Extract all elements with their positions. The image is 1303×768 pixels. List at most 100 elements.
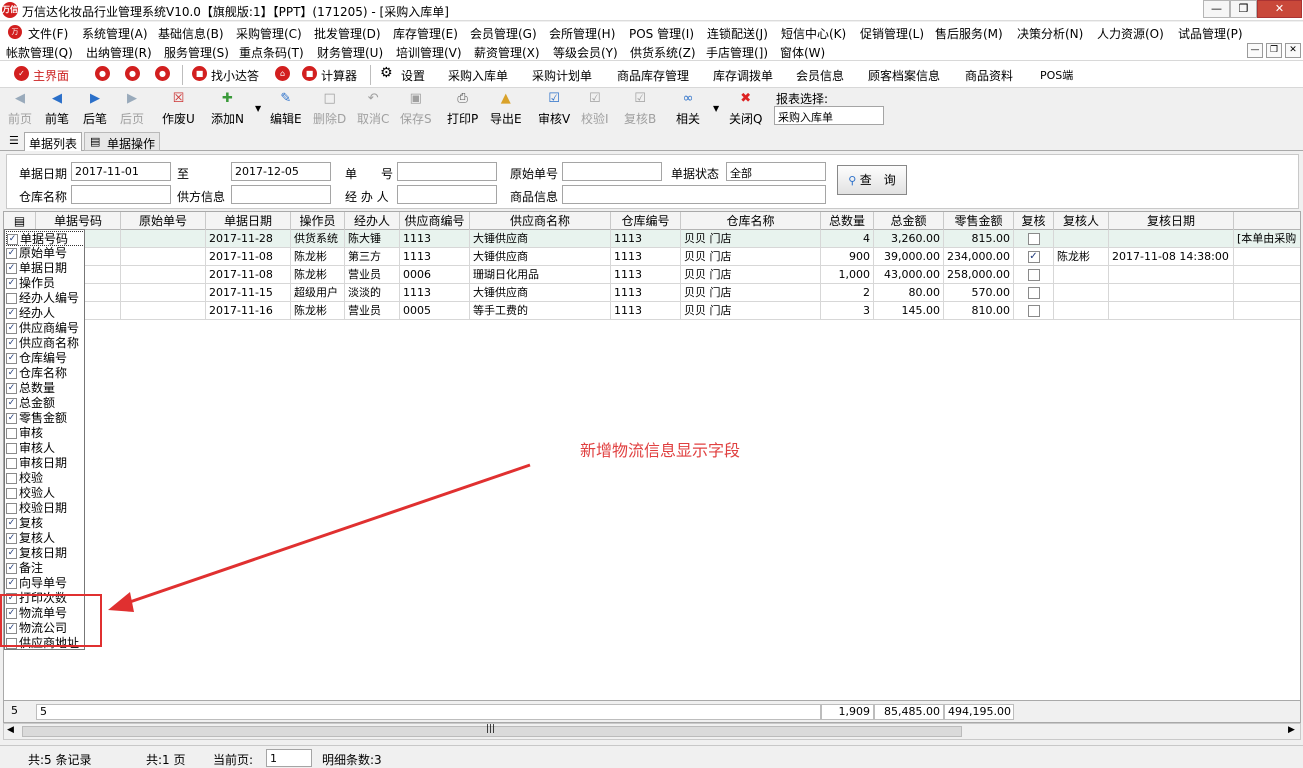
mdi-close-button[interactable]: ✕ — [1285, 43, 1301, 58]
table-cell-handler[interactable]: 营业员 — [345, 302, 400, 320]
table-cell-amount[interactable]: 80.00 — [874, 284, 944, 302]
column-option[interactable]: ✓ 复核日期 — [6, 546, 84, 561]
menu2-item-3[interactable]: 重点条码(T) — [239, 44, 304, 61]
tab-document-operation[interactable]: ▤ 单据操作 — [84, 132, 161, 151]
column-option[interactable]: ✓ 复核人 — [6, 531, 84, 546]
current-page-input[interactable]: 1 — [266, 749, 312, 767]
checkbox[interactable]: ✓ — [6, 248, 17, 259]
column-option[interactable]: ✓ 原始单号 — [6, 246, 84, 261]
table-cell-wh_code[interactable]: 1113 — [611, 284, 681, 302]
save-button[interactable]: ▣ 保存S — [400, 91, 432, 127]
scroll-left-icon[interactable]: ◀ — [7, 725, 14, 735]
checkbox[interactable] — [6, 488, 17, 499]
report-select-input[interactable]: 采购入库单 — [774, 106, 884, 125]
checkbox[interactable]: ✓ — [6, 278, 17, 289]
table-cell-checker[interactable]: 陈龙彬 — [1054, 248, 1109, 266]
table-cell-date[interactable]: 2017-11-28 — [206, 230, 291, 248]
menu-item-15[interactable]: 试品管理(P) — [1178, 25, 1243, 42]
checkbox[interactable]: ✓ — [6, 263, 17, 274]
menu-item-1[interactable]: 系统管理(A) — [82, 25, 148, 42]
table-row[interactable]: 1300002017-11-08陈龙彬营业员0006珊瑚日化用品1113贝贝 门… — [4, 266, 1300, 284]
menu-item-9[interactable]: 连锁配送(J) — [707, 25, 768, 42]
date-from-input[interactable]: 2017-11-01 — [71, 162, 171, 181]
table-cell-qty[interactable]: 1,000 — [821, 266, 874, 284]
next-record-button[interactable]: ▶ 后笔 — [83, 91, 107, 127]
doc-no-input[interactable] — [397, 162, 497, 181]
home-page-icon[interactable]: ⌂ — [275, 66, 290, 81]
table-cell-note[interactable] — [1234, 248, 1300, 266]
menu-item-10[interactable]: 短信中心(K) — [781, 25, 846, 42]
next-page-button[interactable]: ▶ 后页 — [120, 91, 144, 127]
menu2-item-2[interactable]: 服务管理(S) — [164, 44, 229, 61]
table-cell-wh_name[interactable]: 贝贝 门店 — [681, 302, 821, 320]
quicklink-transfer[interactable]: 库存调拨单 — [713, 67, 773, 84]
checkbox[interactable] — [6, 443, 17, 454]
column-option[interactable]: ✓ 零售金额 — [6, 411, 84, 426]
checkbox[interactable]: ✓ — [7, 234, 18, 245]
checkbox[interactable]: ✓ — [1027, 251, 1040, 263]
chat-icon[interactable]: ● — [125, 66, 140, 81]
column-chooser-button[interactable]: ▤ — [4, 212, 36, 230]
related-button[interactable]: ∞ 相关 — [676, 91, 700, 127]
table-cell-sup_code[interactable]: 1113 — [400, 248, 470, 266]
tab-document-list[interactable]: 单据列表 — [24, 132, 83, 151]
calculator-button[interactable]: 计算器 — [321, 67, 357, 84]
table-cell-sup_name[interactable]: 大锤供应商 — [470, 248, 611, 266]
column-header[interactable]: 总金额 — [874, 212, 944, 230]
table-cell-op[interactable]: 陈龙彬 — [291, 266, 345, 284]
menu2-item-4[interactable]: 财务管理(U) — [317, 44, 383, 61]
column-header[interactable]: 单据号码 — [36, 212, 121, 230]
recheck-cell[interactable] — [1014, 230, 1054, 248]
table-cell-op[interactable]: 陈龙彬 — [291, 248, 345, 266]
table-cell-note[interactable] — [1234, 302, 1300, 320]
lock-icon[interactable]: ● — [95, 66, 110, 81]
table-cell-checker[interactable] — [1054, 302, 1109, 320]
quicklink-member[interactable]: 会员信息 — [796, 67, 844, 84]
checkbox[interactable] — [6, 503, 17, 514]
table-cell-op[interactable]: 陈龙彬 — [291, 302, 345, 320]
table-cell-amount[interactable]: 3,260.00 — [874, 230, 944, 248]
menu-item-13[interactable]: 决策分析(N) — [1017, 25, 1083, 42]
minimize-button[interactable]: — — [1203, 0, 1230, 18]
checkbox[interactable]: ✓ — [6, 578, 17, 589]
column-option[interactable]: 审核 — [6, 426, 84, 441]
quicklink-purchase-plan[interactable]: 采购计划单 — [532, 67, 592, 84]
column-option[interactable]: 审核人 — [6, 441, 84, 456]
table-cell-retail[interactable]: 815.00 — [944, 230, 1014, 248]
table-cell-amount[interactable]: 39,000.00 — [874, 248, 944, 266]
column-header[interactable]: 总数量 — [821, 212, 874, 230]
table-cell-amount[interactable]: 43,000.00 — [874, 266, 944, 284]
menu-item-0[interactable]: 文件(F) — [28, 25, 68, 42]
status-select[interactable]: 全部 — [726, 162, 826, 181]
column-option[interactable]: ✓ 仓库编号 — [6, 351, 84, 366]
table-cell-sup_name[interactable]: 大锤供应商 — [470, 230, 611, 248]
table-cell-note[interactable]: [本单由采购 — [1234, 230, 1300, 248]
table-cell-orig[interactable] — [121, 302, 206, 320]
column-option[interactable]: 经办人编号 — [6, 291, 84, 306]
delete-button[interactable]: □ 删除D — [313, 91, 346, 127]
table-cell-handler[interactable]: 营业员 — [345, 266, 400, 284]
menu-item-2[interactable]: 基础信息(B) — [158, 25, 224, 42]
quicklink-customer[interactable]: 顾客档案信息 — [868, 67, 940, 84]
column-header[interactable]: 操作员 — [291, 212, 345, 230]
checkbox[interactable]: ✓ — [6, 518, 17, 529]
column-header[interactable]: 经办人 — [345, 212, 400, 230]
table-cell-sup_code[interactable]: 1113 — [400, 230, 470, 248]
export-button[interactable]: ▲ 导出E — [490, 91, 522, 127]
quicklink-stock[interactable]: 商品库存管理 — [617, 67, 689, 84]
table-row[interactable]: 2017-11-28 供货系统 陈大锤 1113 大锤供应商 1113 贝贝 门店 4 3,26… — [4, 230, 1300, 248]
table-cell-retail[interactable]: 234,000.00 — [944, 248, 1014, 266]
table-cell-wh_name[interactable]: 贝贝 门店 — [681, 230, 821, 248]
approve-button[interactable]: ☑ 审核V — [538, 91, 570, 127]
find-helper-button[interactable]: 找小达答 — [211, 67, 259, 84]
handler-input[interactable] — [397, 185, 497, 204]
checkbox[interactable]: ✓ — [6, 368, 17, 379]
table-cell-orig[interactable] — [121, 266, 206, 284]
menu-item-6[interactable]: 会员管理(G) — [470, 25, 537, 42]
table-cell-op[interactable]: 供货系统 — [291, 230, 345, 248]
menu-item-11[interactable]: 促销管理(L) — [860, 25, 924, 42]
query-button[interactable]: ⚲ 查 询 — [837, 165, 907, 195]
table-cell-wh_code[interactable]: 1113 — [611, 266, 681, 284]
column-header[interactable]: 零售金额 — [944, 212, 1014, 230]
menu2-item-8[interactable]: 供货系统(Z) — [630, 44, 696, 61]
